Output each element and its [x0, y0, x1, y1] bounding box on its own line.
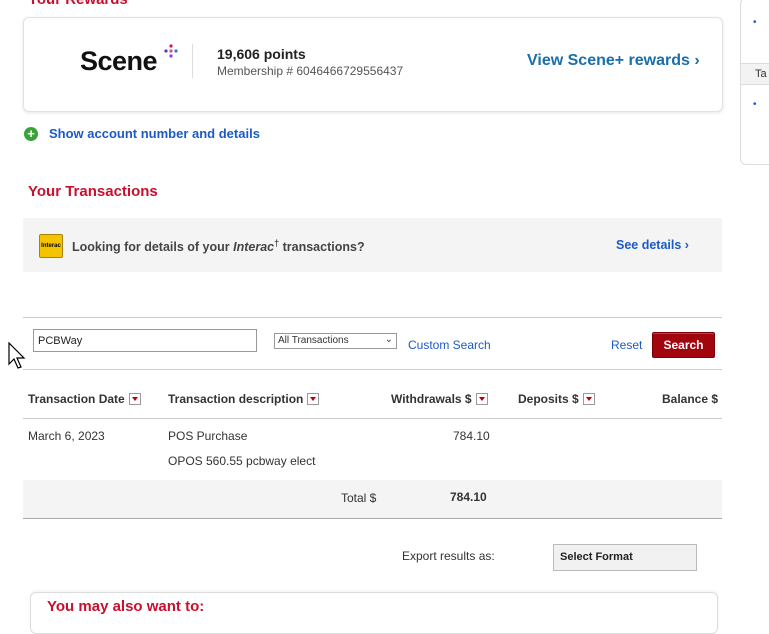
search-button[interactable]: Search	[652, 332, 715, 358]
sort-arrow-icon[interactable]	[582, 392, 595, 405]
expand-plus-icon[interactable]: +	[24, 127, 38, 141]
side-tab[interactable]: Ta	[741, 63, 769, 85]
col-deposits[interactable]: Deposits $	[518, 392, 595, 406]
col-transaction-description[interactable]: Transaction description	[168, 392, 320, 406]
also-want-card: You may also want to:	[30, 592, 718, 634]
view-scene-rewards-link[interactable]: View Scene+ rewards ›	[527, 52, 700, 70]
mouse-cursor-icon	[8, 342, 26, 369]
transactions-heading: Your Transactions	[28, 183, 158, 200]
table-bottom-divider	[23, 518, 722, 519]
total-row: Total $ 784.10	[23, 480, 722, 518]
interac-banner: Interac Looking for details of your Inte…	[23, 218, 722, 272]
logo-divider	[192, 44, 193, 78]
sort-arrow-icon[interactable]	[307, 392, 320, 405]
rewards-card: Scene 19,606 points Membership # 6046466…	[23, 17, 723, 112]
reset-link[interactable]: Reset	[611, 338, 642, 352]
row-description-line2: OPOS 560.55 pcbway elect	[168, 454, 316, 468]
side-bullet-1: •	[753, 17, 757, 28]
sort-arrow-icon[interactable]	[475, 392, 488, 405]
see-details-link[interactable]: See details ›	[616, 238, 689, 252]
scene-plus-dots-icon	[164, 44, 178, 58]
col-withdrawals[interactable]: Withdrawals $	[391, 392, 488, 406]
side-tab-label: Ta	[755, 68, 767, 80]
transaction-type-select[interactable]: All Transactions ⌄	[274, 333, 397, 349]
side-bullet-2: •	[753, 99, 757, 110]
search-bar: All Transactions ⌄ Custom Search Reset S…	[23, 317, 722, 370]
membership-number: Membership # 6046466729556437	[217, 64, 404, 78]
row-description-line1: POS Purchase	[168, 429, 248, 443]
scene-plus-logo: Scene	[80, 44, 178, 77]
header-divider	[23, 418, 722, 419]
col-balance: Balance $	[662, 392, 719, 406]
total-value: 784.10	[450, 490, 487, 504]
sort-arrow-icon[interactable]	[128, 392, 141, 405]
side-panel: • Ta •	[740, 0, 769, 165]
custom-search-link[interactable]: Custom Search	[408, 338, 491, 352]
rewards-heading: Your Rewards	[28, 0, 128, 8]
col-transaction-date[interactable]: Transaction Date	[28, 392, 141, 406]
export-label: Export results as:	[402, 549, 495, 563]
total-label: Total $	[341, 491, 377, 505]
row-date: March 6, 2023	[28, 429, 105, 443]
chevron-down-icon: ⌄	[384, 334, 393, 345]
export-format-select[interactable]: Select Format	[553, 544, 697, 571]
interac-logo-icon: Interac	[39, 234, 63, 258]
search-input[interactable]	[33, 329, 257, 352]
points-balance: 19,606 points	[217, 46, 306, 62]
row-withdrawal: 784.10	[453, 429, 490, 443]
interac-message: Looking for details of your Interac† tra…	[72, 238, 365, 255]
show-account-details-link[interactable]: Show account number and details	[49, 126, 260, 141]
